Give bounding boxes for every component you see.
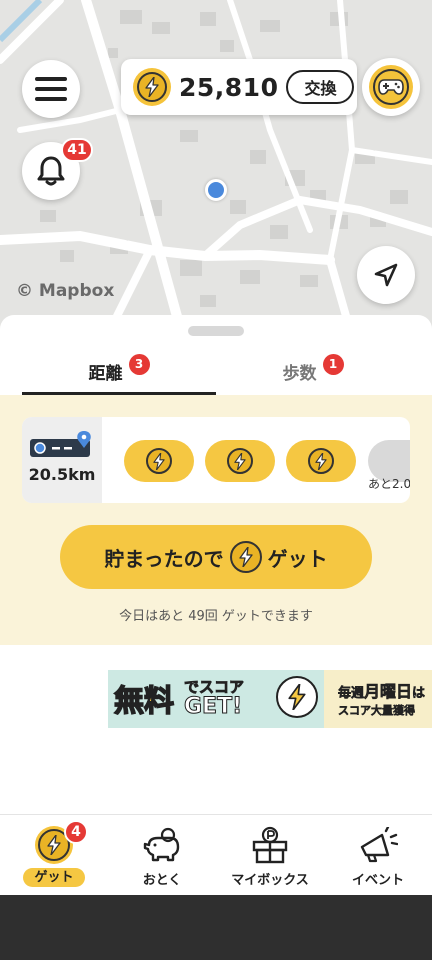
promo-banner[interactable]: 無料 でスコア GET! 毎週月曜日は スコア大量獲得 xyxy=(108,670,432,728)
reward-slot-2[interactable] xyxy=(205,440,275,482)
bottom-navigation: 4 ゲット おとく マイボックス イベント xyxy=(0,814,432,895)
banner-weekly-text: 毎週月曜日は xyxy=(338,678,426,702)
nav-deals[interactable]: おとく xyxy=(108,815,216,896)
menu-button[interactable] xyxy=(22,60,80,118)
get-button-label-post: ゲット xyxy=(267,546,328,571)
banner-right: 毎週月曜日は スコア大量獲得 xyxy=(324,670,432,728)
route-icon xyxy=(30,431,91,457)
nav-mybox-label: マイボックス xyxy=(231,873,309,888)
reward-slot-1[interactable] xyxy=(124,440,194,482)
tab-steps-label: 歩数 xyxy=(282,363,317,384)
banner-bulk-text: スコア大量獲得 xyxy=(338,704,416,718)
megaphone-icon xyxy=(358,825,398,865)
coin-icon xyxy=(133,68,171,106)
nav-get-label: ゲット xyxy=(23,868,85,887)
banner-get-text: GET! xyxy=(183,694,243,720)
distance-card: 20.5km あと2.0 xyxy=(22,417,410,503)
sheet-handle[interactable] xyxy=(188,326,244,336)
tab-distance-label: 距離 xyxy=(88,363,123,384)
tab-steps[interactable]: 歩数 1 xyxy=(216,345,410,397)
exchange-button[interactable]: 交換 xyxy=(286,70,355,104)
coin-icon xyxy=(306,446,336,476)
game-button[interactable] xyxy=(362,58,420,116)
bell-icon xyxy=(37,156,65,186)
gamepad-icon xyxy=(369,65,413,109)
coin-icon xyxy=(144,446,174,476)
remaining-gets-note: 今日はあと 49回 ゲットできます xyxy=(119,609,313,624)
score-panel: 25,810 交換 xyxy=(121,59,357,115)
notification-badge: 41 xyxy=(61,138,93,162)
tab-bar: 距離 3 歩数 1 xyxy=(0,345,432,397)
tab-steps-badge: 1 xyxy=(322,353,344,375)
bottom-sheet: 距離 3 歩数 1 20.5km あと2.0 貯まったので ゲット 今日はあと … xyxy=(0,315,432,815)
nav-mybox[interactable]: マイボックス xyxy=(216,815,324,896)
lightning-bubble-icon xyxy=(276,676,318,718)
remaining-distance: あと2.0 xyxy=(368,477,410,491)
tab-distance-badge: 3 xyxy=(128,353,150,375)
banner-weekly-label: 毎週 xyxy=(338,686,365,702)
score-value: 25,810 xyxy=(179,72,279,102)
hamburger-icon xyxy=(35,77,67,101)
banner-free-text: 無料 xyxy=(113,683,175,720)
banner-left: 無料 でスコア GET! xyxy=(108,670,324,728)
mapbox-attribution[interactable]: © Mapbox xyxy=(16,281,114,301)
nav-events[interactable]: イベント xyxy=(324,815,432,896)
banner-monday-label: 月曜日 xyxy=(364,682,413,702)
nav-deals-label: おとく xyxy=(142,873,182,888)
piggy-bank-icon xyxy=(142,825,182,865)
coin-icon xyxy=(227,539,264,575)
nav-get[interactable]: 4 ゲット xyxy=(0,815,108,896)
coin-icon xyxy=(225,446,255,476)
get-panel: 20.5km あと2.0 貯まったので ゲット 今日はあと 49回 ゲットできま… xyxy=(0,395,432,645)
nav-get-badge: 4 xyxy=(64,820,88,844)
reward-slot-3[interactable] xyxy=(286,440,356,482)
distance-value: 20.5km xyxy=(28,465,96,484)
nav-events-label: イベント xyxy=(351,873,404,888)
locate-button[interactable] xyxy=(357,246,415,304)
tab-distance[interactable]: 距離 3 xyxy=(22,345,216,397)
gift-box-icon xyxy=(250,825,290,865)
distance-summary: 20.5km xyxy=(22,417,102,503)
navigation-arrow-icon xyxy=(374,263,398,287)
get-reward-button[interactable]: 貯まったので ゲット xyxy=(60,525,372,589)
banner-ha-label: は xyxy=(412,686,426,702)
current-location-marker xyxy=(205,179,227,201)
get-button-label-pre: 貯まったので xyxy=(104,546,224,571)
system-navigation-bar xyxy=(0,895,432,960)
